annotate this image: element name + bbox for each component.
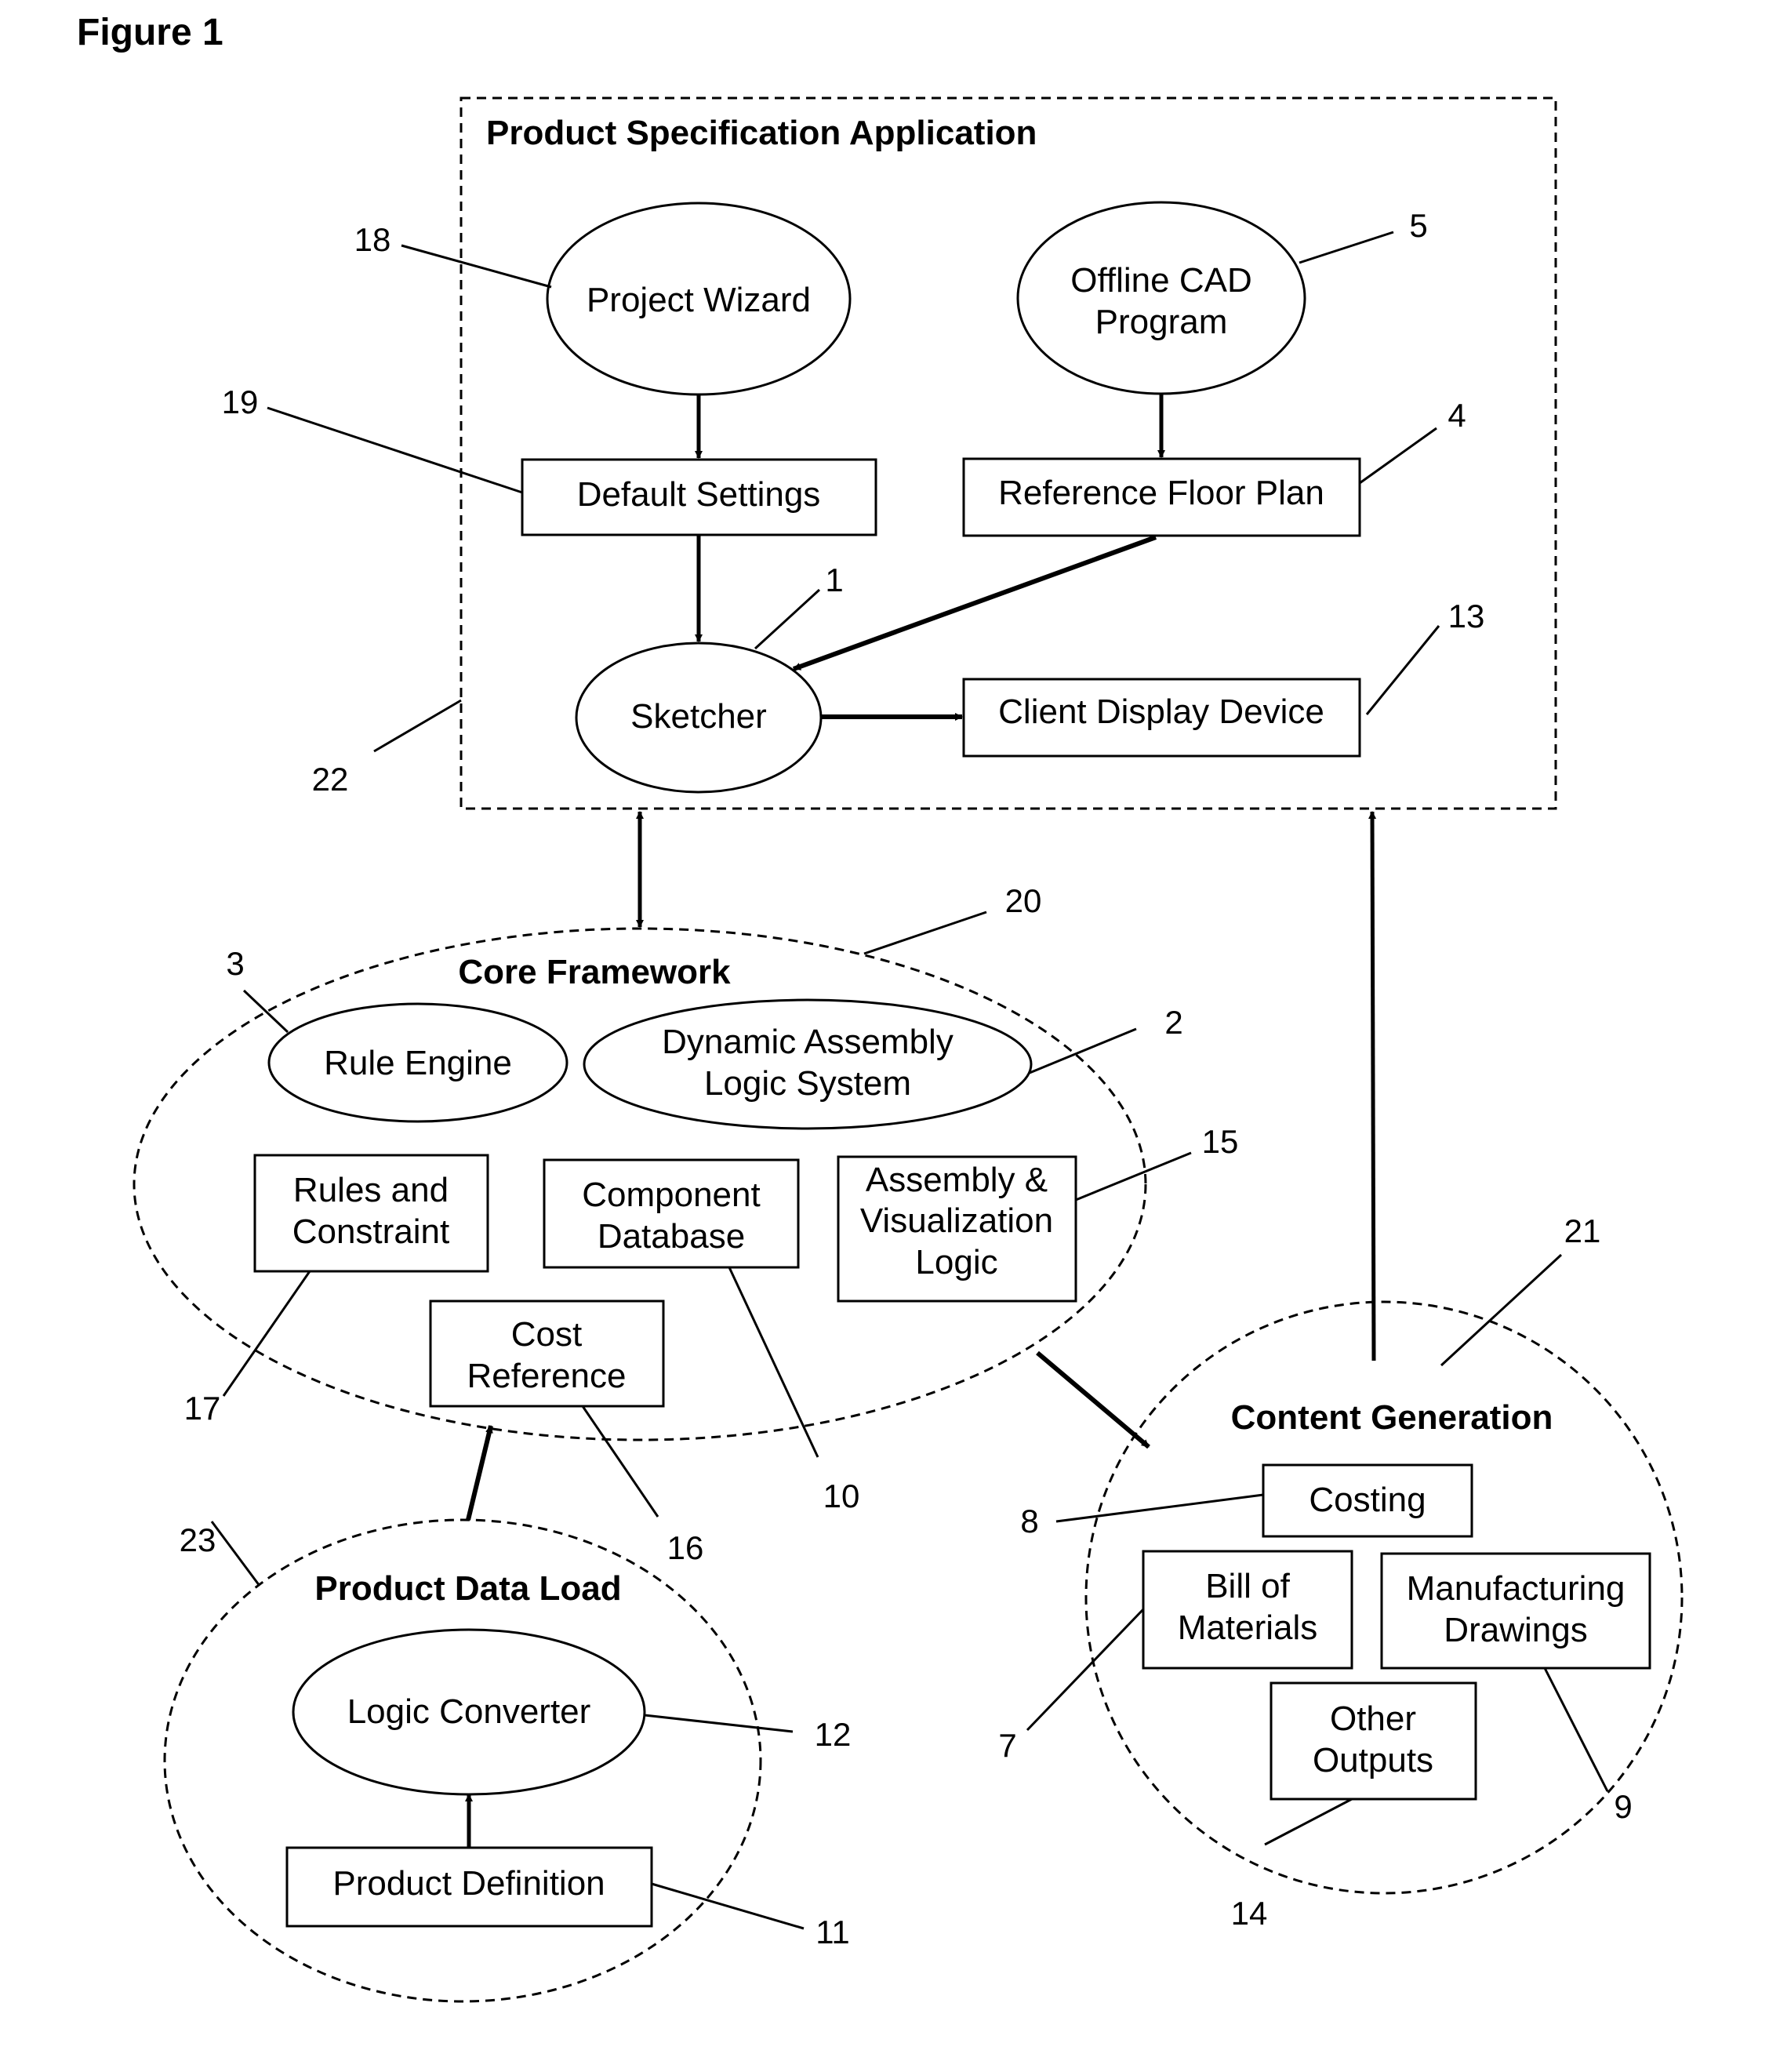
arrow-product-data-load-to-core-framework — [466, 1425, 493, 1521]
node-manufacturing-drawings: Manufacturing Drawings — [1380, 1552, 1651, 1670]
ref-17: 17 — [184, 1390, 221, 1427]
svg-text:Logic Converter: Logic Converter — [347, 1692, 591, 1731]
leader-18 — [401, 244, 552, 289]
node-offline-cad-program: Offline CAD Program — [1016, 201, 1306, 395]
system-diagram: Product Specification Application Core F… — [133, 96, 1684, 2003]
ref-21: 21 — [1564, 1212, 1601, 1249]
node-rule-engine: Rule Engine — [267, 1002, 568, 1123]
arrow-core-framework-to-content-generation — [1036, 1350, 1150, 1449]
ref-9: 9 — [1614, 1788, 1632, 1825]
ref-20: 20 — [1005, 882, 1042, 919]
leader-7 — [1026, 1608, 1145, 1732]
node-client-display-device: Client Display Device — [962, 678, 1361, 758]
leader-1 — [754, 588, 821, 650]
svg-text:Sketcher: Sketcher — [630, 697, 767, 736]
leader-22 — [373, 699, 462, 753]
node-rules-and-constraint: Rules and Constraint — [253, 1154, 489, 1273]
svg-text:Other: Other — [1330, 1699, 1416, 1738]
ref-23: 23 — [180, 1521, 216, 1558]
ref-5: 5 — [1409, 207, 1427, 244]
svg-text:Rule Engine: Rule Engine — [324, 1044, 512, 1082]
svg-text:Database: Database — [598, 1217, 745, 1256]
leader-17 — [222, 1270, 311, 1397]
leader-14 — [1264, 1798, 1353, 1846]
leader-15 — [1075, 1151, 1192, 1201]
group-label-content-generation: Content Generation — [1231, 1398, 1553, 1437]
ref-12: 12 — [815, 1716, 852, 1753]
group-label-product-specification-application: Product Specification Application — [486, 114, 1037, 152]
arrow-content-generation-to-psa — [1368, 811, 1377, 1361]
node-bill-of-materials: Bill of Materials — [1142, 1550, 1353, 1670]
leader-3 — [242, 989, 289, 1034]
group-label-product-data-load: Product Data Load — [314, 1569, 621, 1608]
ref-11: 11 — [815, 1914, 850, 1950]
leader-9 — [1543, 1667, 1609, 1792]
ref-8: 8 — [1020, 1503, 1038, 1539]
leader-10 — [728, 1267, 819, 1458]
leader-5 — [1299, 231, 1394, 264]
arrow-reference-floor-plan-to-sketcher — [792, 535, 1157, 671]
leader-16 — [581, 1405, 659, 1518]
svg-text:Offline CAD: Offline CAD — [1070, 261, 1252, 300]
ref-16: 16 — [667, 1529, 704, 1566]
svg-text:Materials: Materials — [1178, 1609, 1318, 1647]
node-component-database: Component Database — [543, 1158, 800, 1269]
node-cost-reference: Cost Reference — [429, 1300, 665, 1408]
node-costing: Costing — [1262, 1463, 1473, 1538]
svg-text:Visualization: Visualization — [860, 1201, 1053, 1240]
ref-18: 18 — [354, 221, 391, 258]
svg-text:Reference Floor Plan: Reference Floor Plan — [998, 474, 1324, 512]
node-other-outputs: Other Outputs — [1270, 1681, 1477, 1801]
leader-21 — [1440, 1253, 1563, 1367]
leader-12 — [644, 1714, 794, 1733]
svg-text:Outputs: Outputs — [1313, 1741, 1433, 1779]
ref-7: 7 — [998, 1727, 1016, 1764]
ref-22: 22 — [312, 761, 349, 798]
svg-text:Cost: Cost — [511, 1315, 582, 1354]
svg-text:Project Wizard: Project Wizard — [587, 281, 811, 319]
leader-8 — [1055, 1493, 1264, 1523]
svg-text:Manufacturing: Manufacturing — [1407, 1569, 1626, 1608]
ref-15: 15 — [1202, 1123, 1239, 1160]
leader-13 — [1365, 625, 1440, 715]
leader-20 — [863, 911, 987, 955]
leader-11 — [651, 1882, 805, 1930]
leader-23 — [210, 1521, 261, 1587]
svg-text:Bill of: Bill of — [1205, 1567, 1290, 1605]
ref-10: 10 — [823, 1478, 860, 1514]
svg-text:Component: Component — [582, 1176, 760, 1214]
svg-text:Program: Program — [1095, 303, 1228, 341]
ref-1: 1 — [825, 562, 843, 598]
node-reference-floor-plan: Reference Floor Plan — [962, 457, 1361, 537]
ref-2: 2 — [1164, 1004, 1182, 1041]
leader-4 — [1359, 427, 1437, 485]
svg-text:Reference: Reference — [467, 1357, 626, 1395]
node-project-wizard: Project Wizard — [546, 202, 852, 396]
leader-19 — [267, 406, 523, 494]
svg-text:Client Display Device: Client Display Device — [998, 692, 1324, 731]
node-assembly-visualization-logic: Assembly & Visualization Logic — [837, 1155, 1077, 1303]
group-label-core-framework: Core Framework — [458, 953, 731, 991]
svg-text:Logic System: Logic System — [704, 1064, 911, 1103]
ref-13: 13 — [1448, 598, 1485, 634]
svg-text:Constraint: Constraint — [292, 1212, 450, 1251]
node-product-definition: Product Definition — [285, 1846, 653, 1928]
node-default-settings: Default Settings — [521, 458, 877, 536]
node-dynamic-assembly-logic-system: Dynamic Assembly Logic System — [583, 998, 1033, 1130]
svg-text:Dynamic Assembly: Dynamic Assembly — [662, 1023, 954, 1061]
svg-text:Rules and: Rules and — [293, 1171, 449, 1209]
leader-2 — [1029, 1027, 1137, 1074]
svg-text:Default Settings: Default Settings — [577, 475, 821, 514]
svg-text:Product Definition: Product Definition — [332, 1864, 605, 1903]
svg-text:Logic: Logic — [915, 1243, 997, 1281]
node-sketcher: Sketcher — [575, 642, 823, 794]
svg-text:Assembly &: Assembly & — [866, 1161, 1048, 1199]
svg-text:Drawings: Drawings — [1444, 1611, 1587, 1649]
node-logic-converter: Logic Converter — [292, 1628, 646, 1796]
ref-14: 14 — [1231, 1895, 1268, 1932]
svg-text:Costing: Costing — [1309, 1481, 1426, 1519]
ref-19: 19 — [222, 384, 259, 420]
ref-3: 3 — [226, 945, 244, 982]
ref-4: 4 — [1448, 397, 1466, 434]
